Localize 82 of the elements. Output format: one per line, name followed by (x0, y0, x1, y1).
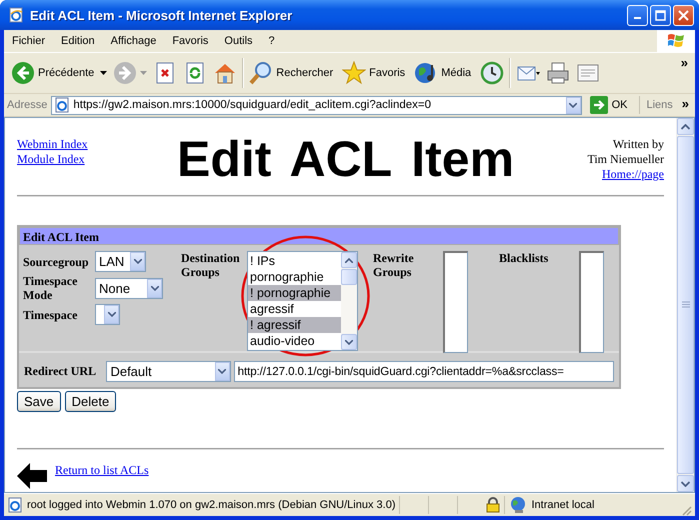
scroll-thumb[interactable] (677, 136, 694, 474)
links-label[interactable]: Liens (644, 99, 675, 111)
clock-icon (480, 61, 504, 85)
scroll-down-icon[interactable] (681, 480, 690, 486)
field-label: Blacklists (499, 251, 550, 265)
field-label: Destination Groups (181, 251, 241, 279)
list-option[interactable]: pornographie (248, 269, 341, 285)
menu-item[interactable]: ? (260, 35, 283, 47)
scroll-down-icon[interactable] (345, 340, 353, 344)
scroll-up-icon[interactable] (681, 124, 690, 130)
address-field[interactable]: https://gw2.maison.mrs:10000/squidguard/edit_aclitem.cgi?aclindex=0 (51, 96, 582, 114)
field-label: Timespace Mode (23, 274, 78, 302)
sourcegroup-dropdown[interactable]: LAN (95, 251, 146, 272)
menu-item[interactable]: Affichage (102, 35, 164, 47)
menu-item[interactable]: Favoris (164, 35, 216, 47)
field-label: Redirect URL (24, 364, 98, 378)
more-button[interactable]: » (678, 96, 692, 111)
left-arrow-icon (17, 463, 47, 489)
maximize-button[interactable] (650, 4, 671, 26)
maximize-icon (655, 10, 666, 20)
scroll-up-icon[interactable] (345, 258, 353, 262)
resize-grip-icon[interactable] (680, 504, 692, 516)
nav-link[interactable]: Webmin Index (17, 137, 88, 152)
address-label: Adresse (7, 99, 48, 111)
menu-item[interactable]: Edition (53, 35, 103, 47)
caret-icon (569, 102, 578, 108)
home-link[interactable]: Home://page (602, 167, 664, 182)
minimize-button[interactable] (627, 4, 648, 26)
caret-icon (100, 71, 108, 75)
nav-link[interactable]: Module Index (17, 152, 85, 167)
lock-icon (486, 497, 500, 513)
scroll-thumb[interactable] (341, 269, 357, 285)
list-option[interactable]: ! agressif (248, 317, 341, 333)
printer-icon (546, 61, 570, 85)
go-button[interactable]: OK (586, 96, 636, 114)
search-button[interactable]: Rechercher (246, 57, 340, 89)
menu-item[interactable]: Outils (216, 35, 261, 47)
form-header: Edit ACL Item (19, 227, 619, 245)
window-title: Edit ACL Item - Microsoft Internet Explorer (30, 8, 294, 22)
list-option[interactable]: agressif (248, 301, 341, 317)
close-icon (678, 10, 689, 20)
more-button[interactable]: » (678, 55, 691, 70)
timespace-mode-dropdown[interactable]: None (95, 278, 163, 298)
timespace-dropdown[interactable] (95, 304, 120, 325)
page-title: Edit ACL Item (177, 135, 516, 183)
zone-text: Intranet local (531, 499, 596, 511)
save-button[interactable]: Save (17, 391, 61, 412)
status-text: root logged into Webmin 1.070 on gw2.maison.mrs (Debian GNU/Linux 3.0) (27, 499, 396, 511)
globe-icon (509, 496, 528, 514)
redirect-url-field[interactable]: http://127.0.0.1/cgi-bin/squidGuard.cgi?clientaddr=%a&srcclass= (234, 360, 614, 382)
minimize-icon (634, 17, 641, 19)
rewrite-groups-listbox[interactable] (443, 251, 468, 353)
list-option[interactable]: audio-video (248, 333, 341, 349)
search-icon (249, 61, 274, 85)
author-text: Written by (612, 137, 664, 152)
destination-groups-listbox[interactable]: ! IPs pornographie ! pornographie agressif ! agressif audio-video (247, 251, 358, 351)
home-icon (213, 61, 238, 85)
field-label: Rewrite Groups (373, 251, 415, 279)
page-icon (7, 497, 23, 513)
menu-item[interactable]: Fichier (4, 35, 54, 47)
page-icon (54, 97, 70, 113)
star-icon (342, 61, 366, 85)
caret-icon (140, 71, 148, 75)
flag-logo-icon (667, 33, 685, 49)
list-option[interactable]: ! pornographie (248, 285, 341, 301)
browser-icon (8, 7, 24, 23)
caret-icon (218, 368, 226, 374)
redirect-dropdown[interactable]: Default (106, 360, 231, 382)
caret-icon (108, 312, 116, 317)
field-label: Timespace (23, 308, 78, 322)
blacklists-listbox[interactable] (579, 251, 604, 353)
author-text: Tim Niemueller (587, 152, 664, 167)
field-label: Sourcegroup (23, 254, 90, 268)
close-button[interactable] (673, 4, 694, 26)
back-button[interactable]: Précédente (8, 57, 110, 89)
delete-button[interactable]: Delete (64, 391, 116, 412)
caret-icon (134, 259, 142, 264)
list-option[interactable]: ! IPs (248, 253, 341, 269)
caret-icon (150, 286, 158, 290)
return-link[interactable]: Return to list ACLs (55, 463, 149, 478)
media-button[interactable]: Média (411, 57, 478, 89)
favorites-button[interactable]: Favoris (339, 57, 412, 89)
